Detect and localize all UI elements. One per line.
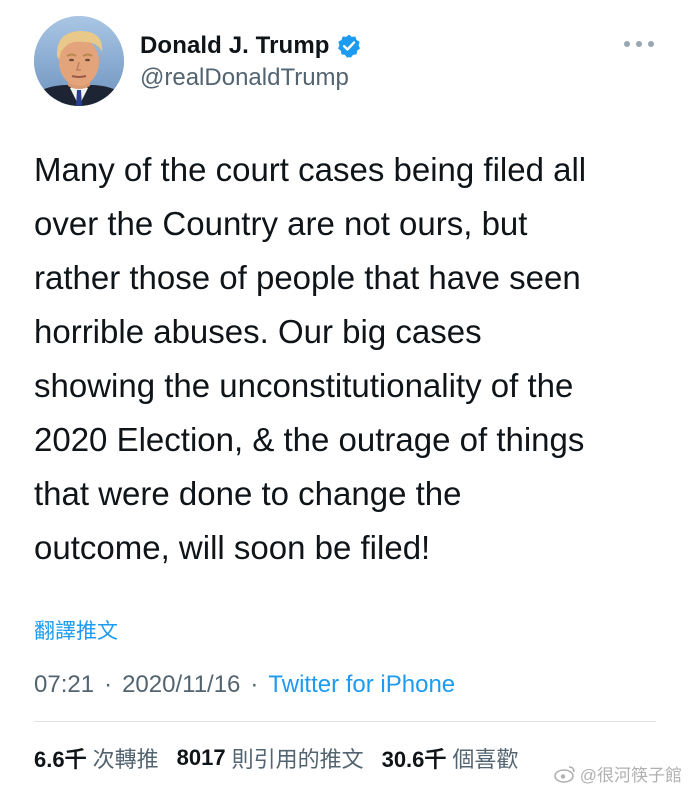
tweet-stats: 6.6千 次轉推 8017 則引用的推文 30.6千 個喜歡 [34, 740, 536, 776]
tweet-text: Many of the court cases being filed all … [34, 151, 587, 566]
retweets-stat[interactable]: 6.6千 次轉推 [34, 742, 159, 774]
likes-count: 30.6千 [381, 747, 447, 772]
likes-stat[interactable]: 30.6千 個喜歡 [382, 742, 519, 774]
likes-label: 個喜歡 [452, 747, 519, 772]
avatar-portrait-image [34, 16, 124, 106]
verified-badge-icon [336, 33, 362, 59]
quotes-label: 則引用的推文 [231, 747, 364, 772]
meta-separator: · [104, 671, 113, 698]
retweets-count: 6.6千 [34, 747, 87, 772]
more-dot [648, 41, 654, 47]
tweet-meta: 07:21 · 2020/11/16 · Twitter for iPhone [34, 668, 455, 702]
tweet-time[interactable]: 07:21 [34, 671, 94, 699]
tweet-date[interactable]: 2020/11/16 [122, 671, 240, 699]
watermark-text: @很河筷子館 [579, 766, 682, 785]
display-name[interactable]: Donald J. Trump [140, 32, 330, 60]
meta-separator: · [250, 671, 259, 698]
tweet-header: Donald J. Trump @realDonaldTrump [34, 16, 664, 108]
quotes-count: 8017 [176, 745, 226, 770]
user-name-row[interactable]: Donald J. Trump [140, 30, 362, 62]
more-options-icon[interactable] [624, 38, 654, 50]
watermark: @很河筷子館 [553, 761, 682, 786]
more-dot [624, 41, 630, 47]
retweets-label: 次轉推 [92, 747, 159, 772]
weibo-logo-icon [553, 765, 576, 783]
tweet-card: Donald J. Trump @realDonaldTrump Many of… [0, 0, 690, 792]
divider [34, 721, 656, 722]
translate-tweet-link[interactable]: 翻譯推文 [34, 615, 118, 645]
tweet-source-link[interactable]: Twitter for iPhone [268, 671, 455, 699]
user-handle[interactable]: @realDonaldTrump [140, 64, 349, 92]
quotes-stat[interactable]: 8017 則引用的推文 [177, 742, 364, 774]
avatar[interactable] [34, 16, 124, 106]
more-dot [636, 41, 642, 47]
